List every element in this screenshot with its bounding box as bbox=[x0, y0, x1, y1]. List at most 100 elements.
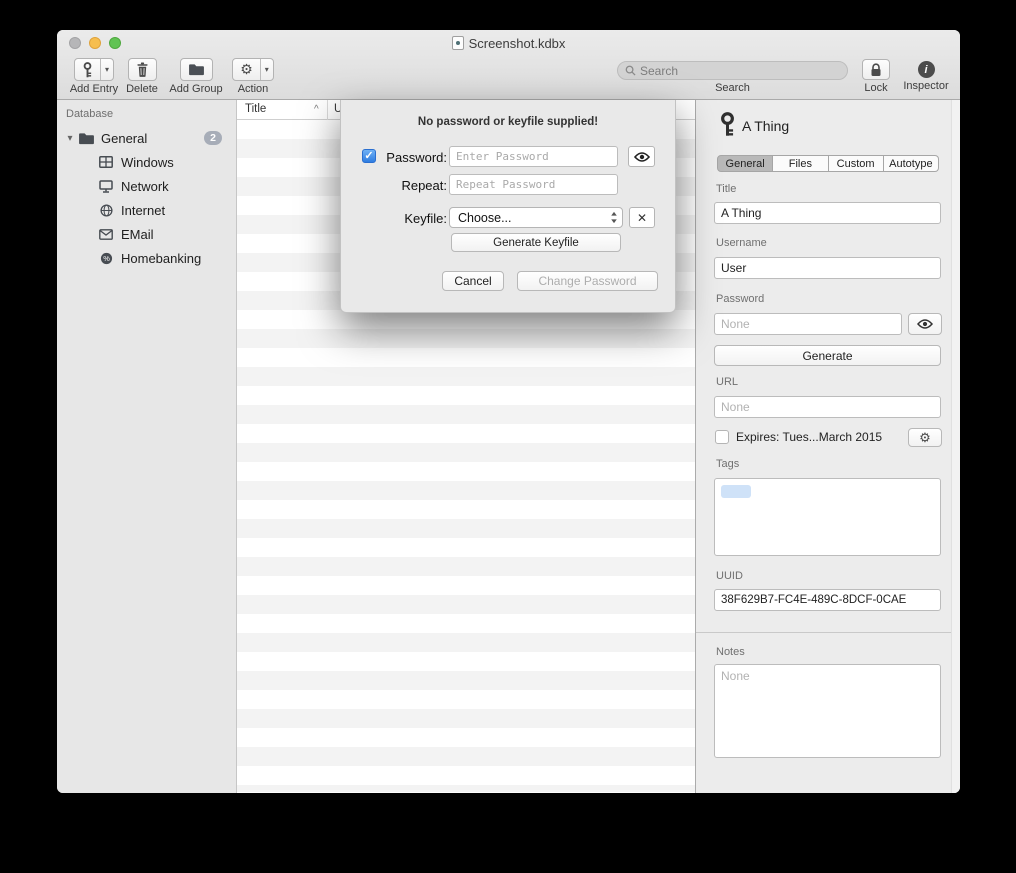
uuid-field[interactable] bbox=[714, 589, 941, 611]
toolbar: ▾ Add Entry Delete bbox=[57, 57, 960, 100]
password-field[interactable] bbox=[714, 313, 902, 335]
cancel-button[interactable]: Cancel bbox=[442, 271, 504, 291]
search-icon bbox=[625, 65, 636, 76]
toolbar-item-delete: Delete bbox=[121, 58, 163, 95]
divider bbox=[696, 632, 960, 633]
expires-settings-button[interactable]: ⚙ bbox=[908, 428, 942, 447]
url-field-label: URL bbox=[716, 376, 738, 388]
show-password-button[interactable] bbox=[908, 313, 942, 335]
lock-button[interactable] bbox=[862, 59, 890, 80]
sidebar-header: Database bbox=[66, 108, 113, 120]
add-entry-dropdown[interactable]: ▾ bbox=[100, 59, 113, 80]
sidebar-item-label: Windows bbox=[121, 155, 174, 170]
keyfile-popup[interactable]: Choose... bbox=[449, 207, 623, 228]
coin-percent-icon: % bbox=[97, 250, 115, 266]
tags-field[interactable] bbox=[714, 478, 941, 556]
tab-files[interactable]: Files bbox=[773, 155, 828, 172]
search-input[interactable]: Search bbox=[617, 61, 848, 80]
change-password-label: Change Password bbox=[538, 274, 636, 288]
chevron-down-icon: ▾ bbox=[265, 65, 269, 74]
show-password-button[interactable] bbox=[628, 146, 655, 167]
cancel-label: Cancel bbox=[454, 274, 491, 288]
sidebar-item-internet[interactable]: Internet bbox=[57, 198, 236, 222]
folder-icon bbox=[77, 130, 95, 146]
key-icon bbox=[720, 112, 735, 143]
desktop-background: Screenshot.kdbx ▾ Add Entry bbox=[0, 0, 1016, 873]
add-group-button[interactable] bbox=[180, 58, 213, 81]
sidebar-item-general[interactable]: ▾ General 2 bbox=[57, 126, 236, 150]
toolbar-item-inspector: i Inspector bbox=[902, 58, 950, 92]
sidebar-item-homebanking[interactable]: % Homebanking bbox=[57, 246, 236, 270]
svg-text:%: % bbox=[103, 254, 110, 263]
folder-plus-icon bbox=[181, 59, 212, 80]
key-plus-icon bbox=[75, 59, 100, 80]
expires-checkbox[interactable] bbox=[715, 430, 729, 444]
inspector-panel: A Thing General Files Custom Autotype Ti… bbox=[695, 100, 960, 793]
titlebar: Screenshot.kdbx bbox=[57, 30, 960, 57]
tag-token[interactable] bbox=[721, 485, 751, 498]
eye-icon bbox=[917, 319, 933, 329]
sidebar-item-label: Homebanking bbox=[121, 251, 201, 266]
sidebar-item-email[interactable]: EMail bbox=[57, 222, 236, 246]
generate-keyfile-button[interactable]: Generate Keyfile bbox=[451, 233, 621, 252]
sidebar-item-label: EMail bbox=[121, 227, 154, 242]
column-divider[interactable] bbox=[327, 100, 328, 120]
repeat-password-input[interactable] bbox=[449, 174, 618, 195]
repeat-label: Repeat: bbox=[341, 178, 447, 193]
clear-keyfile-button[interactable]: ✕ bbox=[629, 207, 655, 228]
eye-icon bbox=[634, 152, 650, 162]
column-header-title[interactable]: Title bbox=[245, 103, 266, 115]
network-icon bbox=[97, 178, 115, 194]
tab-general[interactable]: General bbox=[717, 155, 773, 172]
inspector-toggle-button[interactable]: i bbox=[918, 61, 935, 78]
notes-field-label: Notes bbox=[716, 646, 745, 658]
close-icon: ✕ bbox=[637, 211, 647, 225]
url-field[interactable] bbox=[714, 396, 941, 418]
change-password-button[interactable]: Change Password bbox=[517, 271, 658, 291]
expires-label: Expires: Tues...March 2015 bbox=[736, 430, 882, 444]
document-icon bbox=[452, 36, 464, 50]
toolbar-item-add-group: Add Group bbox=[165, 58, 227, 95]
toolbar-item-lock: Lock bbox=[852, 58, 900, 94]
window-title: Screenshot.kdbx bbox=[57, 36, 960, 51]
chevron-down-icon: ▾ bbox=[105, 65, 109, 74]
change-password-dialog: No password or keyfile supplied! ✓ Passw… bbox=[340, 100, 676, 313]
delete-button[interactable] bbox=[128, 58, 157, 81]
toolbar-item-action: ⚙ ▾ Action bbox=[229, 58, 277, 95]
tab-autotype[interactable]: Autotype bbox=[884, 155, 939, 172]
add-entry-button[interactable]: ▾ bbox=[74, 58, 114, 81]
toolbar-item-search: Search Search bbox=[613, 58, 852, 94]
disclosure-triangle[interactable]: ▾ bbox=[63, 133, 77, 144]
action-button[interactable]: ⚙ ▾ bbox=[232, 58, 274, 81]
enter-password-input[interactable] bbox=[449, 146, 618, 167]
title-field[interactable] bbox=[714, 202, 941, 224]
sort-ascending-icon: ^ bbox=[314, 104, 319, 115]
sidebar-item-windows[interactable]: Windows bbox=[57, 150, 236, 174]
entry-title: A Thing bbox=[742, 118, 789, 134]
tab-custom[interactable]: Custom bbox=[829, 155, 884, 172]
lock-label: Lock bbox=[864, 82, 887, 94]
globe-icon bbox=[97, 202, 115, 218]
windows-icon bbox=[97, 154, 115, 170]
sidebar-item-network[interactable]: Network bbox=[57, 174, 236, 198]
username-field[interactable] bbox=[714, 257, 941, 279]
delete-label: Delete bbox=[126, 83, 158, 95]
inspector-scrollbar[interactable] bbox=[951, 100, 960, 793]
window-header: Screenshot.kdbx ▾ Add Entry bbox=[57, 30, 960, 100]
password-field-label: Password bbox=[716, 293, 764, 305]
generate-password-button[interactable]: Generate bbox=[714, 345, 941, 366]
add-group-label: Add Group bbox=[169, 83, 222, 95]
username-field-label: Username bbox=[716, 237, 767, 249]
notes-field[interactable] bbox=[714, 664, 941, 758]
action-dropdown[interactable]: ▾ bbox=[260, 59, 273, 80]
app-window: Screenshot.kdbx ▾ Add Entry bbox=[57, 30, 960, 793]
keyfile-label: Keyfile: bbox=[341, 211, 447, 226]
envelope-icon bbox=[97, 226, 115, 242]
keyfile-value: Choose... bbox=[458, 211, 512, 225]
lock-icon bbox=[863, 60, 889, 79]
search-placeholder: Search bbox=[640, 64, 678, 78]
password-label: Password: bbox=[341, 150, 447, 165]
action-label: Action bbox=[238, 83, 269, 95]
tags-field-label: Tags bbox=[716, 458, 739, 470]
dialog-message: No password or keyfile supplied! bbox=[341, 116, 675, 128]
